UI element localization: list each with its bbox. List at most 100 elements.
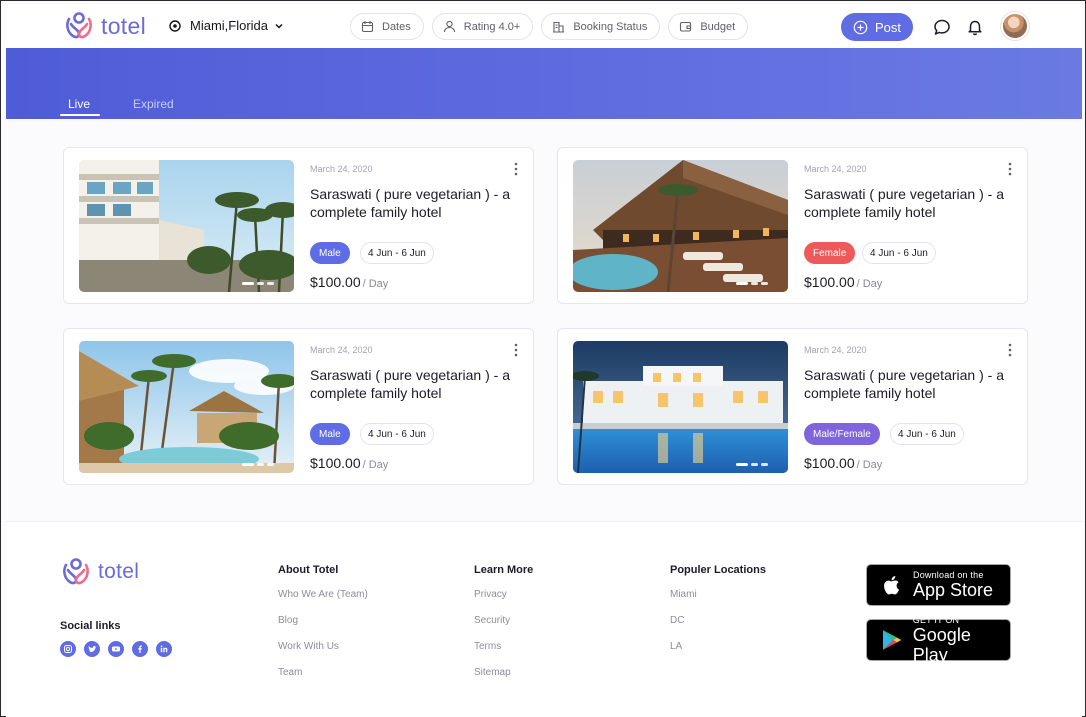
price-unit: / Day (856, 459, 883, 471)
footer-col-locations: Populer Locations Miami DC LA (670, 564, 766, 667)
more-vertical-icon[interactable] (1008, 162, 1012, 176)
date-range-badge: 4 Jun - 6 Jun (890, 423, 964, 445)
filter-rating[interactable]: Rating 4.0+ (431, 13, 534, 40)
photo-carousel-dots[interactable] (242, 463, 274, 466)
listing-title[interactable]: Saraswati ( pure vegetarian ) - a comple… (804, 366, 1014, 402)
calendar-icon (361, 21, 374, 33)
listing-title[interactable]: Saraswati ( pure vegetarian ) - a comple… (804, 185, 1014, 221)
listing-date: March 24, 2020 (804, 164, 867, 174)
social-links-heading: Social links (60, 620, 121, 632)
listing-card[interactable]: March 24, 2020 Saraswati ( pure vegetari… (63, 147, 534, 304)
listing-card[interactable]: March 24, 2020 Saraswati ( pure vegetari… (557, 328, 1028, 485)
footer-heading: Learn More (474, 564, 534, 576)
footer-heading: About Totel (278, 564, 339, 576)
listing-photo[interactable] (79, 160, 294, 292)
gender-badge: Male (310, 242, 350, 264)
listing-title[interactable]: Saraswati ( pure vegetarian ) - a comple… (310, 366, 520, 402)
footer-link[interactable]: LA (670, 641, 766, 652)
price-value: $100.00 (310, 274, 361, 290)
listing-card[interactable]: March 24, 2020 Saraswati ( pure vegetari… (557, 147, 1028, 304)
apple-icon (884, 576, 899, 595)
filter-dates[interactable]: Dates (350, 13, 424, 40)
filter-rating-label: Rating 4.0+ (463, 20, 521, 33)
chat-icon[interactable] (933, 18, 951, 36)
gender-badge: Male (310, 423, 350, 445)
price-value: $100.00 (310, 455, 361, 471)
logo-text: totel (101, 12, 146, 39)
linkedin-icon[interactable] (156, 641, 172, 657)
post-button[interactable]: Post (841, 13, 913, 41)
footer-link[interactable]: Sitemap (474, 667, 533, 678)
google-play-big-text: Google Play (912, 625, 971, 665)
listing-title[interactable]: Saraswati ( pure vegetarian ) - a comple… (310, 185, 520, 221)
wallet-icon (680, 21, 692, 32)
listing-price: $100.00/ Day (310, 274, 388, 290)
app-store-big-text: App Store (913, 580, 994, 600)
footer-col-about: About Totel Who We Are (Team) Blog Work … (278, 564, 368, 693)
footer-link[interactable]: Blog (278, 615, 368, 626)
google-play-icon (882, 630, 902, 650)
footer-link[interactable]: Who We Are (Team) (278, 589, 368, 600)
footer-link[interactable]: Miami (670, 589, 766, 600)
facebook-icon[interactable] (132, 641, 148, 657)
more-vertical-icon[interactable] (514, 343, 518, 357)
price-value: $100.00 (804, 274, 855, 290)
listing-date: March 24, 2020 (310, 345, 373, 355)
google-play-small-text: GET IT ON (912, 615, 960, 625)
photo-carousel-dots[interactable] (736, 463, 768, 466)
filter-booking-status[interactable]: Booking Status (541, 13, 661, 40)
tab-expired[interactable]: Expired (133, 97, 174, 111)
location-label: Miami,Florida (190, 18, 269, 33)
logo-icon (66, 12, 92, 39)
footer-link[interactable]: Terms (474, 641, 533, 652)
filter-budget[interactable]: Budget (668, 13, 749, 40)
date-range-badge: 4 Jun - 6 Jun (862, 242, 936, 264)
photo-carousel-dots[interactable] (736, 282, 768, 285)
more-vertical-icon[interactable] (514, 162, 518, 176)
listing-price: $100.00/ Day (310, 455, 388, 471)
footer-link[interactable]: Security (474, 615, 533, 626)
date-range-badge: 4 Jun - 6 Jun (360, 242, 434, 264)
logo-icon (63, 558, 89, 585)
logo[interactable]: totel (63, 10, 146, 42)
photo-carousel-dots[interactable] (242, 282, 274, 285)
listing-price: $100.00/ Day (804, 274, 882, 290)
price-unit: / Day (362, 278, 389, 290)
header-banner: Live Expired (6, 48, 1082, 119)
listing-price: $100.00/ Day (804, 455, 882, 471)
app-store-button[interactable]: Download on the App Store (866, 564, 1011, 606)
footer-link[interactable]: Privacy (474, 589, 533, 600)
filter-booking-status-label: Booking Status (573, 20, 648, 33)
footer-link[interactable]: DC (670, 615, 766, 626)
google-play-button[interactable]: GET IT ON Google Play (866, 615, 1011, 665)
post-button-label: Post (874, 19, 901, 35)
footer-heading: Populer Locations (670, 564, 766, 576)
listing-photo[interactable] (573, 341, 788, 473)
youtube-icon[interactable] (108, 641, 124, 657)
top-nav: totel Miami,Florida Dates Rating 4.0+ Bo… (6, 4, 1082, 48)
social-links (60, 641, 172, 657)
date-range-badge: 4 Jun - 6 Jun (360, 423, 434, 445)
bell-icon[interactable] (966, 18, 984, 36)
footer: totel Social links About Totel Who We Ar… (6, 521, 1082, 717)
gender-badge: Female (804, 242, 856, 264)
listing-card[interactable]: March 24, 2020 Saraswati ( pure vegetari… (63, 328, 534, 485)
chevron-down-icon (275, 23, 283, 29)
listing-photo[interactable] (79, 341, 294, 473)
price-unit: / Day (856, 278, 883, 290)
listing-photo[interactable] (573, 160, 788, 292)
twitter-icon[interactable] (84, 641, 100, 657)
plus-circle-icon (853, 20, 868, 34)
more-vertical-icon[interactable] (1008, 343, 1012, 357)
logo-text: totel (98, 560, 140, 583)
footer-link[interactable]: Work With Us (278, 641, 368, 652)
filter-dates-label: Dates (382, 20, 411, 33)
footer-logo[interactable]: totel (60, 556, 139, 588)
tab-live[interactable]: Live (68, 97, 90, 111)
footer-link[interactable]: Team (278, 667, 368, 678)
instagram-icon[interactable] (60, 641, 76, 657)
location-selector[interactable]: Miami,Florida (168, 18, 284, 33)
price-unit: / Day (362, 459, 389, 471)
avatar[interactable] (1001, 12, 1029, 40)
filter-budget-label: Budget (700, 20, 736, 33)
